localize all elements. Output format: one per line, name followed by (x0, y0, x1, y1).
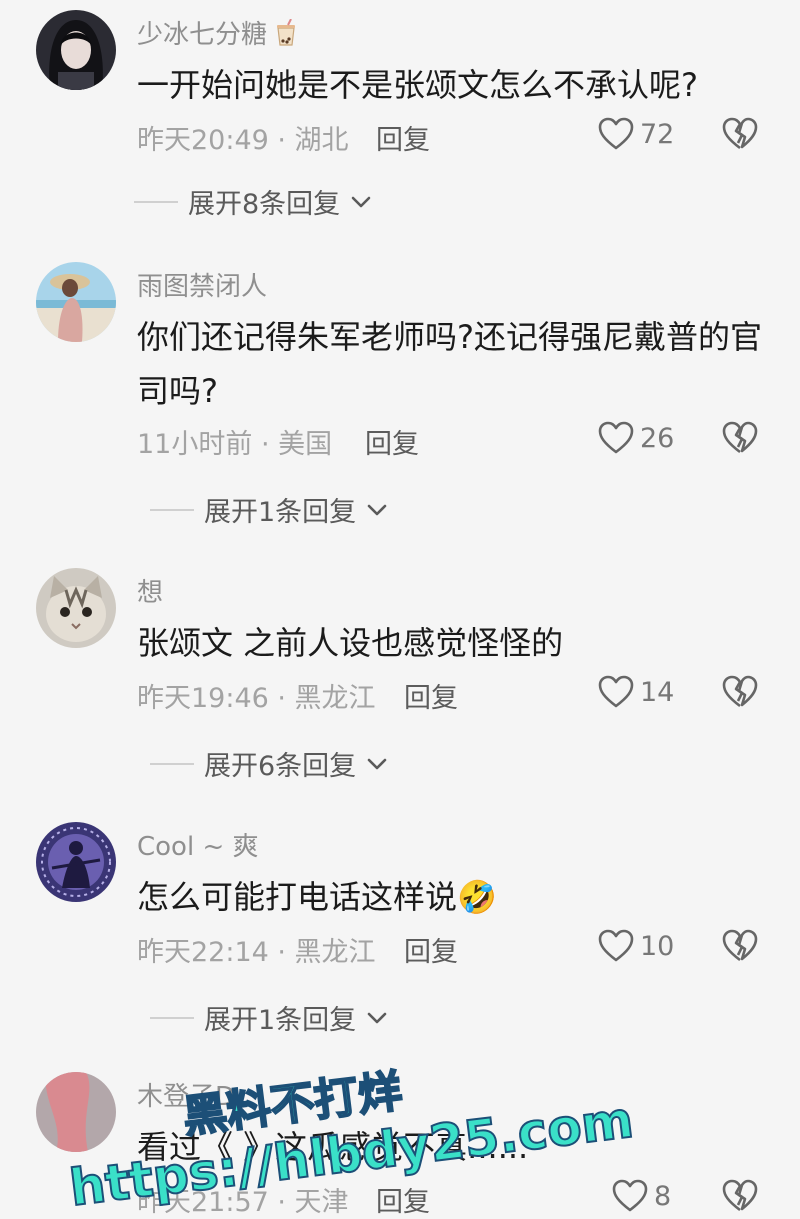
username[interactable]: Cool ~ 爽 (137, 826, 259, 863)
comment-text: 张颂文 之前人设也感觉怪怪的 (137, 624, 564, 662)
expand-replies-label: 展开8条回复 (188, 189, 341, 220)
user-avatar[interactable] (36, 262, 116, 342)
like-button[interactable]: 72 (598, 114, 674, 154)
expand-replies-label: 展开6条回复 (204, 751, 357, 782)
comment-text: 一开始问她是不是张颂文怎么不承认呢? (137, 66, 698, 104)
comment-time-location: 昨天19:46 · 黑龙江 (137, 683, 376, 714)
avatar-image (36, 1072, 116, 1152)
like-count: 72 (640, 118, 675, 150)
avatar-image (36, 822, 116, 902)
expand-replies-label: 展开1条回复 (204, 497, 357, 528)
comment-item: Cool ~ 爽 怎么可能打电话这样说🤣 昨天22:14 · 黑龙江 回复 10… (0, 822, 800, 1047)
heart-icon (598, 675, 634, 708)
chevron-down-icon (367, 758, 387, 769)
username[interactable]: 雨图禁闭人 (137, 266, 267, 303)
comment-time-location: 昨天20:49 · 湖北 (137, 125, 349, 156)
expand-replies-button[interactable]: 展开8条回复 (134, 182, 372, 221)
reply-button[interactable]: 回复 (376, 1180, 430, 1219)
like-button[interactable]: 26 (598, 418, 674, 458)
expand-replies-button[interactable]: 展开1条回复 (150, 998, 388, 1037)
like-count: 10 (640, 930, 675, 962)
reply-button[interactable]: 回复 (404, 676, 458, 715)
divider-dash (150, 1016, 194, 1019)
avatar-image (36, 568, 116, 648)
like-button[interactable]: 14 (598, 672, 674, 712)
bubble-tea-icon (275, 18, 297, 54)
like-button[interactable]: 8 (612, 1176, 671, 1216)
comment-text: 你们还记得朱军老师吗?还记得强尼戴普的官司吗? (137, 318, 762, 410)
heart-icon (598, 421, 634, 454)
avatar-image (36, 10, 116, 90)
broken-heart-icon[interactable] (722, 675, 758, 709)
like-count: 26 (640, 422, 675, 454)
expand-replies-label: 展开1条回复 (204, 1005, 357, 1036)
expand-replies-button[interactable]: 展开6条回复 (150, 744, 388, 783)
comment-item: 想 张颂文 之前人设也感觉怪怪的 昨天19:46 · 黑龙江 回复 14 展开6… (0, 568, 800, 788)
broken-heart-icon[interactable] (722, 421, 758, 455)
reply-button[interactable]: 回复 (376, 118, 430, 157)
comment-text: 怎么可能打电话这样说🤣 (137, 878, 497, 916)
chevron-down-icon (351, 196, 371, 207)
reply-button[interactable]: 回复 (365, 422, 419, 461)
divider-dash (150, 762, 194, 765)
comment-time-location: 11小时前 · 美国 (137, 429, 333, 460)
like-count: 14 (640, 676, 675, 708)
comment-time-location: 昨天22:14 · 黑龙江 (137, 937, 376, 968)
user-avatar[interactable] (36, 568, 116, 648)
heart-icon (598, 929, 634, 962)
reply-button[interactable]: 回复 (404, 930, 458, 969)
broken-heart-icon[interactable] (722, 929, 758, 963)
like-count: 8 (654, 1180, 672, 1212)
rofl-emoji: 🤣 (457, 878, 497, 916)
chevron-down-icon (367, 1012, 387, 1023)
broken-heart-icon[interactable] (722, 117, 758, 151)
like-button[interactable]: 10 (598, 926, 674, 966)
expand-replies-button[interactable]: 展开1条回复 (150, 490, 388, 529)
divider-dash (150, 508, 194, 511)
broken-heart-icon[interactable] (722, 1179, 758, 1213)
user-avatar[interactable] (36, 1072, 116, 1152)
chevron-down-icon (367, 504, 387, 515)
username[interactable]: 少冰七分糖 (137, 14, 297, 54)
user-avatar[interactable] (36, 10, 116, 90)
avatar-image (36, 262, 116, 342)
username[interactable]: 想 (137, 572, 163, 609)
comment-item: 雨图禁闭人 你们还记得朱军老师吗?还记得强尼戴普的官司吗? 11小时前 · 美国… (0, 262, 800, 532)
comment-item: 少冰七分糖 一开始问她是不是张颂文怎么不承认呢? 昨天20:49 · 湖北 回复… (0, 10, 800, 225)
divider-dash (134, 200, 178, 203)
heart-icon (598, 117, 634, 150)
heart-icon (612, 1179, 648, 1212)
user-avatar[interactable] (36, 822, 116, 902)
